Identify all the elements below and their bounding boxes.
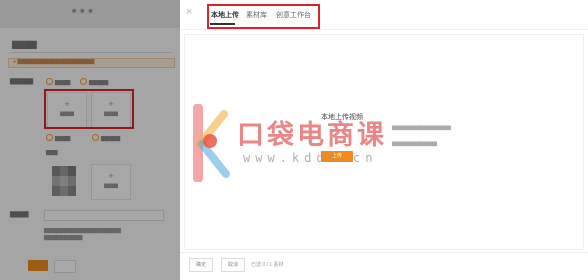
close-icon[interactable]: × [186,6,192,18]
tab-material-library[interactable]: 素材库 [246,10,267,20]
active-tab-indicator [210,23,235,25]
modal-overlay[interactable] [0,0,180,280]
tab-local-upload[interactable]: 本地上传 [211,10,239,20]
upload-hint: ▇▇▇▇▇▇▇▇▇▇▇▇▇▇▇▇▇ [392,125,451,130]
modal-header-divider [180,29,588,30]
watermark-url: www.kdds.cn [243,151,378,165]
upload-hint: ▇▇▇▇▇▇▇▇▇▇▇▇▇ [392,141,437,146]
cancel-button[interactable]: 取消 [221,258,245,272]
confirm-button[interactable]: 确定 [189,258,213,272]
watermark-logo-icon [193,104,230,182]
modal-footer-divider [180,252,588,253]
watermark-brand: 口袋电商课 [237,120,387,151]
selection-status: 已选 0 / 1 素材 [251,262,284,268]
tab-creative-workbench[interactable]: 创意工作台 [276,10,311,20]
